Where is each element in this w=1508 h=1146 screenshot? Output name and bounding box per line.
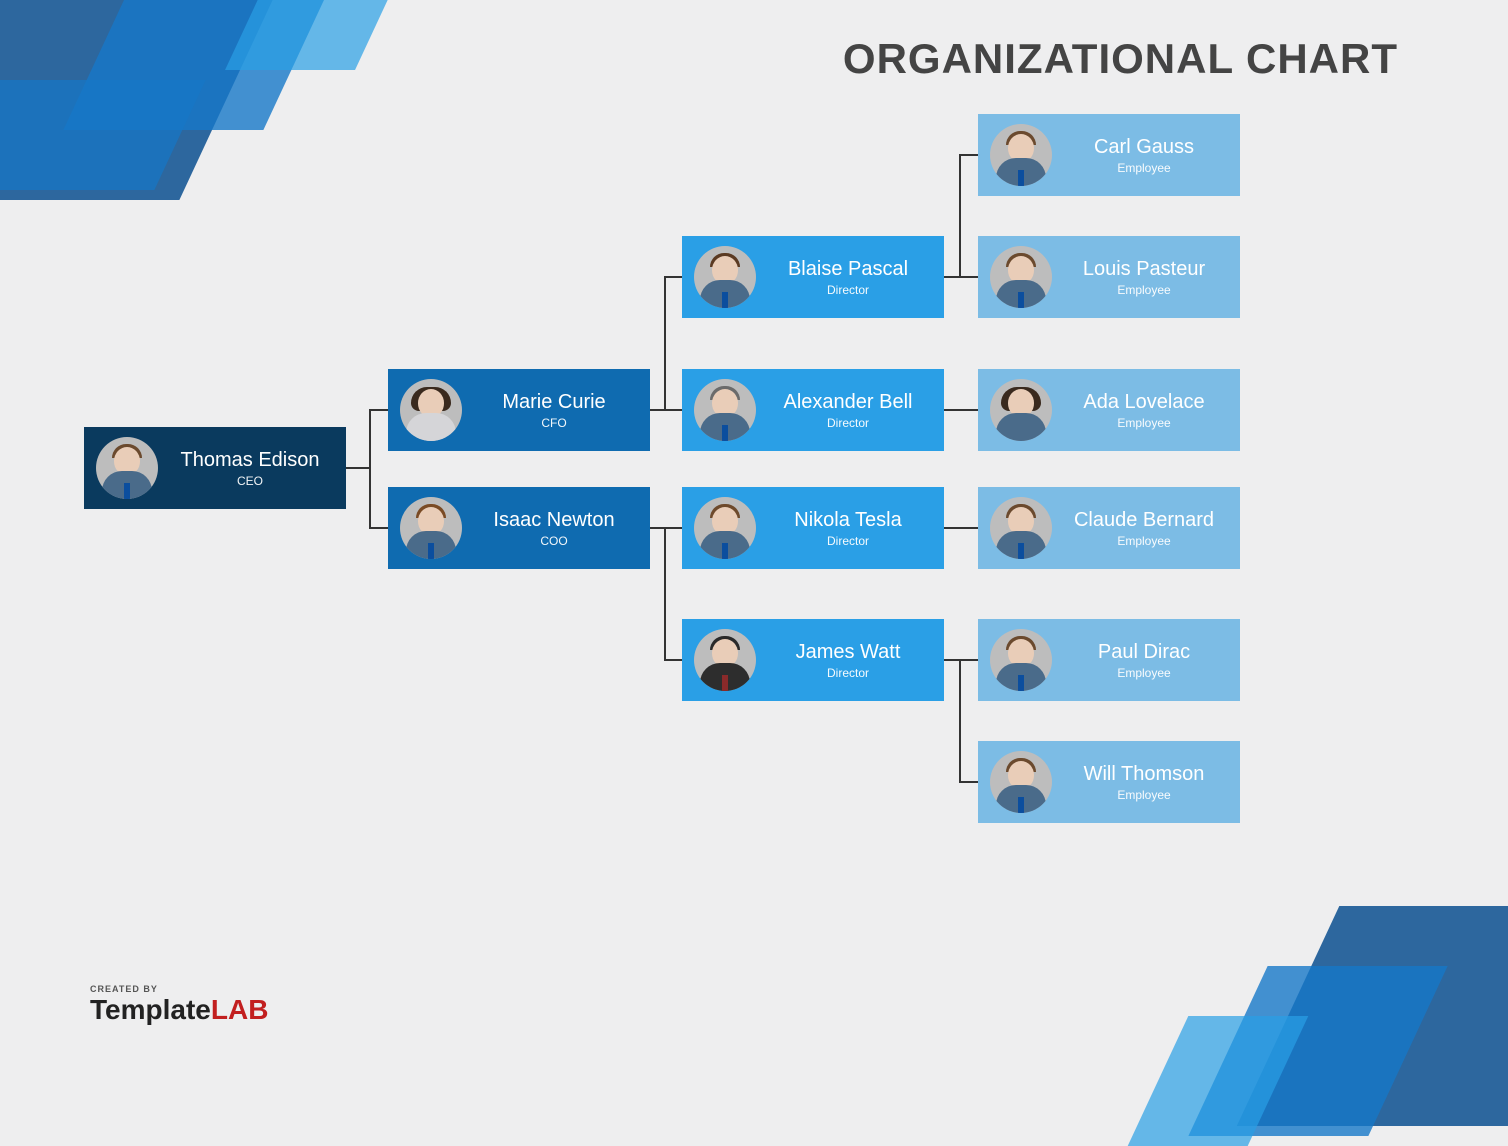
person-role: Employee [1062, 788, 1226, 802]
org-card-employee: Louis Pasteur Employee [978, 236, 1240, 318]
org-card-employee: Carl Gauss Employee [978, 114, 1240, 196]
person-name: Blaise Pascal [766, 258, 930, 281]
avatar-icon [990, 497, 1052, 559]
org-card-employee: Claude Bernard Employee [978, 487, 1240, 569]
person-role: CFO [472, 416, 636, 430]
org-card-employee: Ada Lovelace Employee [978, 369, 1240, 451]
person-role: Employee [1062, 161, 1226, 175]
avatar-icon [694, 379, 756, 441]
corner-decor-bottom-right [1148, 866, 1508, 1126]
person-name: Claude Bernard [1062, 509, 1226, 532]
person-name: Alexander Bell [766, 391, 930, 414]
brand-logo: CREATED BY TemplateLAB [90, 984, 268, 1026]
avatar-icon [400, 497, 462, 559]
avatar-icon [990, 379, 1052, 441]
person-role: Director [766, 416, 930, 430]
avatar-icon [694, 246, 756, 308]
person-role: Director [766, 283, 930, 297]
avatar-icon [990, 629, 1052, 691]
person-role: Director [766, 666, 930, 680]
person-name: Ada Lovelace [1062, 391, 1226, 414]
person-role: Employee [1062, 534, 1226, 548]
org-card-director: Nikola Tesla Director [682, 487, 944, 569]
person-name: Thomas Edison [168, 449, 332, 472]
page-title: ORGANIZATIONAL CHART [843, 35, 1398, 83]
person-role: COO [472, 534, 636, 548]
avatar-icon [400, 379, 462, 441]
person-role: Director [766, 534, 930, 548]
avatar-icon [694, 629, 756, 691]
avatar-icon [694, 497, 756, 559]
person-name: Louis Pasteur [1062, 258, 1226, 281]
avatar-icon [96, 437, 158, 499]
person-name: Nikola Tesla [766, 509, 930, 532]
person-role: CEO [168, 474, 332, 488]
brand-name-part: B [248, 994, 268, 1025]
org-card-employee: Will Thomson Employee [978, 741, 1240, 823]
brand-name-part: A [228, 994, 248, 1025]
org-card-ceo: Thomas Edison CEO [84, 427, 346, 509]
avatar-icon [990, 246, 1052, 308]
person-role: Employee [1062, 666, 1226, 680]
avatar-icon [990, 751, 1052, 813]
org-card-director: Blaise Pascal Director [682, 236, 944, 318]
corner-decor-top-left [0, 0, 460, 280]
person-role: Employee [1062, 416, 1226, 430]
person-name: Will Thomson [1062, 763, 1226, 786]
person-name: Isaac Newton [472, 509, 636, 532]
avatar-icon [990, 124, 1052, 186]
person-role: Employee [1062, 283, 1226, 297]
org-card-director: Alexander Bell Director [682, 369, 944, 451]
person-name: Marie Curie [472, 391, 636, 414]
org-card-coo: Isaac Newton COO [388, 487, 650, 569]
person-name: Carl Gauss [1062, 136, 1226, 159]
person-name: James Watt [766, 641, 930, 664]
org-card-employee: Paul Dirac Employee [978, 619, 1240, 701]
org-card-cfo: Marie Curie CFO [388, 369, 650, 451]
org-card-director: James Watt Director [682, 619, 944, 701]
person-name: Paul Dirac [1062, 641, 1226, 664]
brand-name-part: L [211, 994, 228, 1025]
brand-name-part: Template [90, 994, 211, 1025]
brand-created-by: CREATED BY [90, 984, 268, 994]
